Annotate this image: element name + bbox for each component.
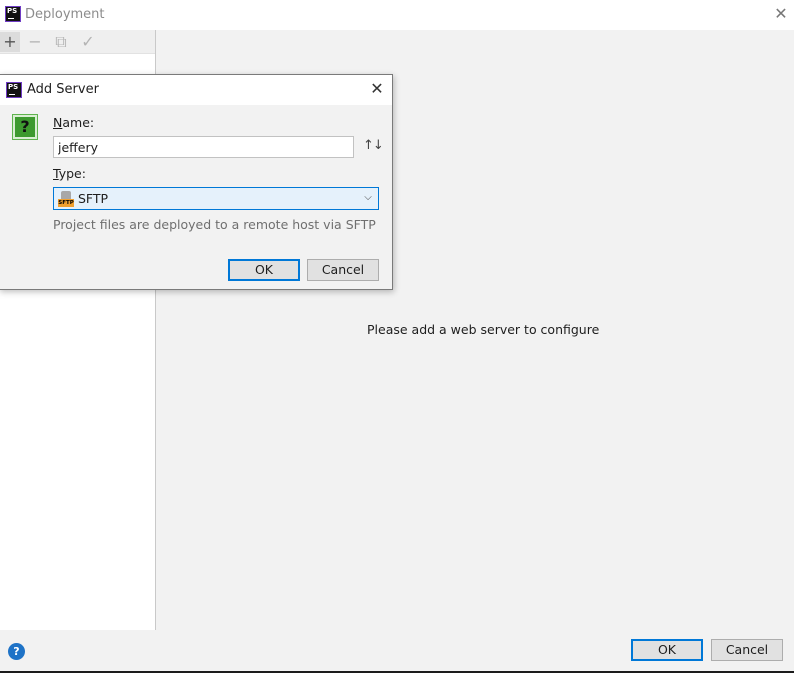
type-select[interactable]: SFTP SFTP ⌵ <box>53 187 379 210</box>
name-label: Name: <box>53 115 95 130</box>
chevron-down-icon[interactable]: ⌵ <box>361 191 375 205</box>
dialog-cancel-button[interactable]: Cancel <box>307 259 379 281</box>
server-list-toolbar: + − ⧉ ✓ <box>0 30 155 54</box>
ok-button[interactable]: OK <box>631 639 703 661</box>
check-icon[interactable]: ✓ <box>78 32 98 52</box>
dialog-ok-button[interactable]: OK <box>228 259 300 281</box>
help-icon[interactable]: ? <box>8 643 25 660</box>
close-icon[interactable]: ✕ <box>773 5 789 23</box>
type-select-value: SFTP <box>78 191 109 206</box>
dialog-title: Add Server <box>27 82 99 97</box>
window-titlebar: PS Deployment ✕ <box>0 0 794 30</box>
remove-icon[interactable]: − <box>25 32 45 52</box>
close-icon[interactable]: ✕ <box>369 80 385 98</box>
window-title: Deployment <box>25 7 105 22</box>
type-description: Project files are deployed to a remote h… <box>53 217 376 232</box>
sftp-server-icon: SFTP <box>58 191 74 207</box>
sort-icon[interactable]: ↑↓ <box>363 138 384 153</box>
copy-icon[interactable]: ⧉ <box>51 32 71 52</box>
phpstorm-logo-icon: PS <box>6 82 22 98</box>
dialog-titlebar: PS Add Server ✕ <box>0 75 392 105</box>
question-icon: ? <box>12 114 38 140</box>
name-input[interactable] <box>53 136 354 158</box>
add-icon[interactable]: + <box>0 32 20 52</box>
type-label: Type: <box>53 166 86 181</box>
dialog-footer: ? OK Cancel <box>0 630 794 671</box>
cancel-button[interactable]: Cancel <box>711 639 783 661</box>
phpstorm-logo-icon: PS <box>5 6 21 22</box>
add-server-dialog: PS Add Server ✕ ? Name: ↑↓ Type: SFTP SF… <box>0 74 393 290</box>
empty-state-message: Please add a web server to configure <box>367 322 600 337</box>
